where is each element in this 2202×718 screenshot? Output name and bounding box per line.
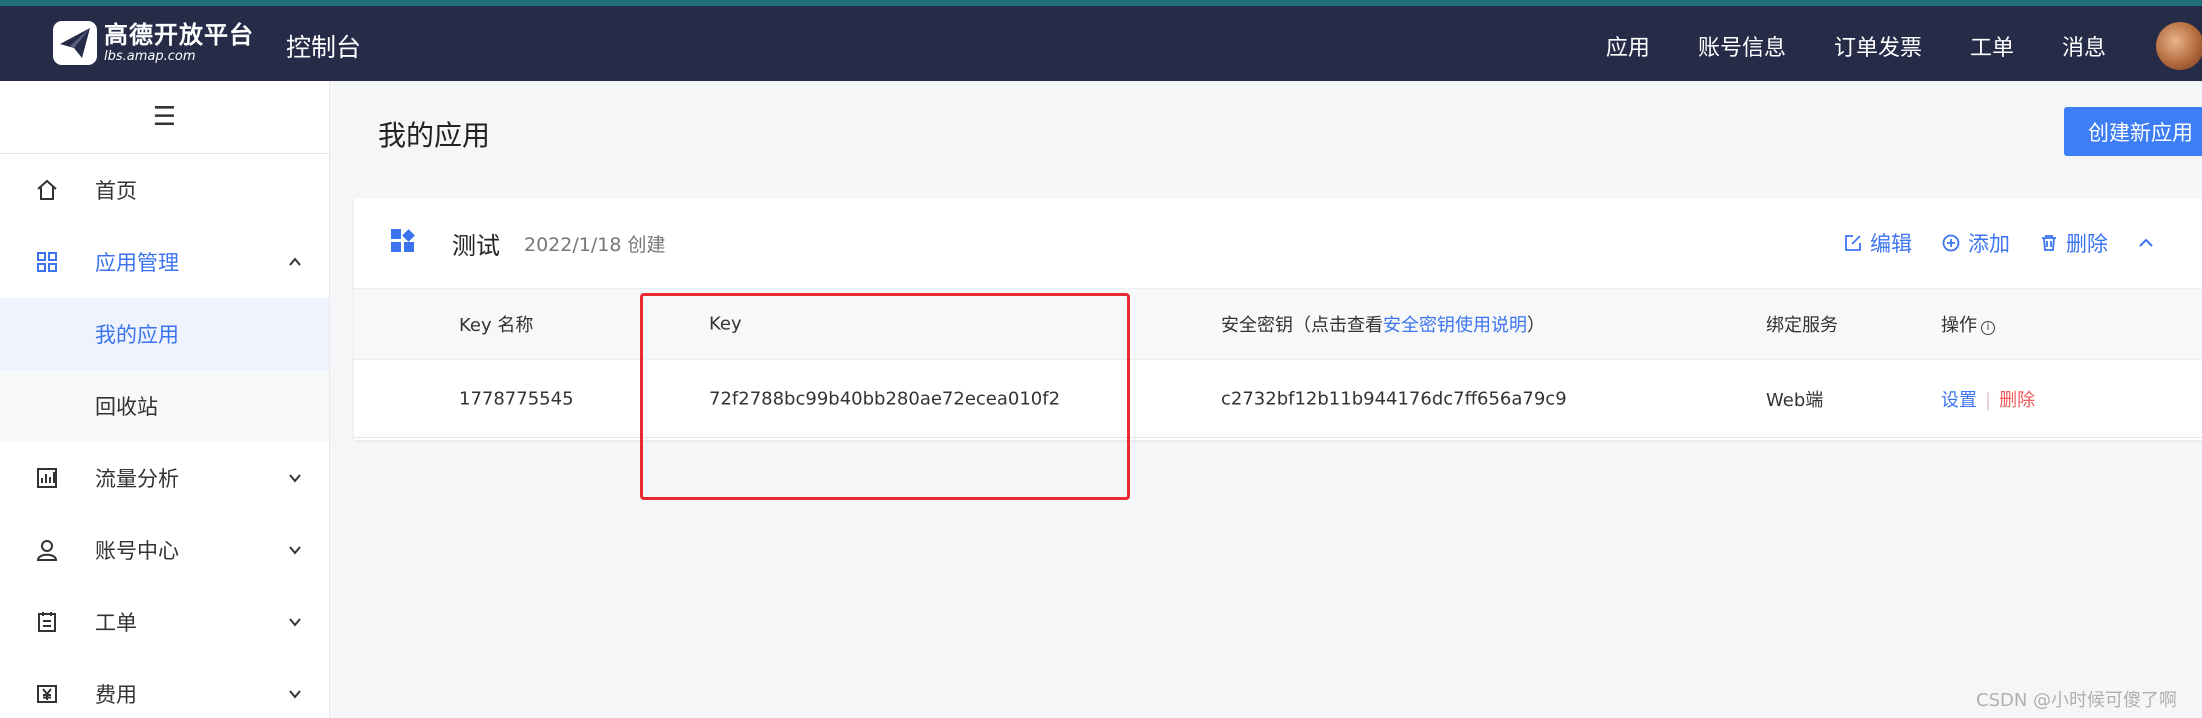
- app-card-header: 测试 2022/1/18 创建 编辑 添加 删除: [354, 198, 2202, 288]
- sidebar-item-traffic-analysis[interactable]: 流量分析: [0, 442, 329, 514]
- divider: |: [1985, 389, 1992, 411]
- cell-key-name: 1778775545: [459, 388, 574, 409]
- app-card: 测试 2022/1/18 创建 编辑 添加 删除 Key 名称 Key 安全密钥…: [354, 198, 2202, 440]
- app-name: 测试: [452, 232, 500, 260]
- trash-icon: [2042, 235, 2056, 251]
- col-operations: 操作 i: [1941, 311, 1995, 337]
- delete-key-link[interactable]: 删除: [1999, 390, 2035, 411]
- app-blocks-icon: [391, 229, 415, 252]
- logo-domain: lbs.amap.com: [104, 49, 196, 64]
- sidebar-item-home[interactable]: 首页: [0, 154, 329, 226]
- col-secret: 安全密钥（点击查看安全密钥使用说明）: [1221, 311, 1545, 337]
- table-header: Key 名称 Key 安全密钥（点击查看安全密钥使用说明） 绑定服务 操作 i: [354, 288, 2202, 360]
- edit-icon: [1845, 235, 1861, 251]
- sidebar-item-label: 应用管理: [95, 251, 179, 275]
- nav-orders-invoices[interactable]: 订单发票: [1834, 30, 1922, 62]
- col-secret-suffix: ）: [1527, 315, 1545, 336]
- secret-guide-link[interactable]: 安全密钥使用说明: [1383, 315, 1527, 336]
- chevron-up-icon: [289, 257, 301, 266]
- sidebar-item-account-center[interactable]: 账号中心: [0, 514, 329, 586]
- paper-plane-logo-icon: [52, 20, 98, 66]
- sidebar-item-label: 账号中心: [95, 539, 179, 563]
- edit-app-button[interactable]: 编辑: [1844, 228, 1912, 258]
- cell-secret: c2732bf12b11b944176dc7ff656a79c9: [1221, 388, 1567, 409]
- chevron-up-icon[interactable]: [2138, 235, 2154, 251]
- chevron-down-icon: [289, 690, 301, 699]
- col-secret-prefix: 安全密钥（点击查看: [1221, 315, 1383, 336]
- chart-icon: [34, 465, 60, 491]
- sidebar-item-app-management[interactable]: 应用管理: [0, 226, 329, 298]
- delete-app-button[interactable]: 删除: [2040, 228, 2108, 258]
- home-icon: [34, 177, 60, 203]
- watermark: CSDN @小时候可傻了啊: [1976, 690, 2178, 711]
- ticket-icon: [34, 609, 60, 635]
- col-operations-label: 操作: [1941, 315, 1977, 336]
- yen-icon: [34, 681, 60, 707]
- delete-label: 删除: [2066, 232, 2108, 256]
- sidebar-item-tickets[interactable]: 工单: [0, 586, 329, 658]
- app-created-date: 2022/1/18 创建: [524, 234, 666, 256]
- sidebar: ☰ 首页 应用管理 我的应用 回收站 流量分析 账号中心 工单 费用: [0, 81, 330, 718]
- add-key-button[interactable]: 添加: [1942, 228, 2010, 258]
- col-key-name: Key 名称: [459, 315, 534, 336]
- info-icon[interactable]: i: [1981, 321, 1995, 335]
- sidebar-item-label: 工单: [95, 611, 137, 635]
- nav-apps[interactable]: 应用: [1606, 30, 1650, 62]
- user-icon: [34, 537, 60, 563]
- console-title[interactable]: 控制台: [286, 28, 361, 64]
- sidebar-item-label: 流量分析: [95, 467, 179, 491]
- sidebar-item-label: 首页: [95, 179, 137, 203]
- sidebar-item-my-apps[interactable]: 我的应用: [0, 298, 329, 370]
- sidebar-item-label: 回收站: [95, 395, 158, 419]
- top-header: 高德开放平台 lbs.amap.com 控制台 应用 账号信息 订单发票 工单 …: [0, 6, 2202, 81]
- settings-link[interactable]: 设置: [1941, 390, 1977, 411]
- user-avatar[interactable]: [2156, 22, 2202, 70]
- cell-operations: 设置 | 删除: [1941, 386, 2035, 412]
- chevron-down-icon: [289, 546, 301, 555]
- create-app-button[interactable]: 创建新应用: [2064, 107, 2202, 156]
- app-actions: 编辑 添加 删除: [1844, 228, 2154, 258]
- sidebar-item-recycle-bin[interactable]: 回收站: [0, 370, 329, 442]
- logo-title: 高德开放平台: [104, 21, 254, 49]
- nav-tickets[interactable]: 工单: [1970, 30, 2014, 62]
- plus-circle-icon: [1942, 234, 1960, 252]
- menu-toggle-icon[interactable]: ☰: [0, 81, 329, 154]
- sidebar-item-label: 费用: [95, 683, 137, 707]
- add-label: 添加: [1968, 232, 2010, 256]
- page-title: 我的应用: [378, 119, 491, 152]
- col-bound-service: 绑定服务: [1766, 315, 1838, 336]
- sidebar-item-label: 我的应用: [95, 323, 179, 347]
- cell-service: Web端: [1766, 389, 1824, 411]
- apps-grid-icon: [34, 249, 60, 275]
- chevron-down-icon: [289, 618, 301, 627]
- edit-label: 编辑: [1870, 232, 1912, 256]
- nav-messages[interactable]: 消息: [2062, 30, 2106, 62]
- sidebar-item-fees[interactable]: 费用: [0, 658, 329, 718]
- table-row: 1778775545 72f2788bc99b40bb280ae72ecea01…: [354, 360, 2202, 438]
- chevron-down-icon: [289, 474, 301, 483]
- highlight-box: [640, 293, 1130, 500]
- top-nav: 应用 账号信息 订单发票 工单 消息: [1558, 30, 2106, 62]
- amap-logo[interactable]: 高德开放平台 lbs.amap.com: [52, 20, 254, 66]
- nav-account-info[interactable]: 账号信息: [1698, 30, 1786, 62]
